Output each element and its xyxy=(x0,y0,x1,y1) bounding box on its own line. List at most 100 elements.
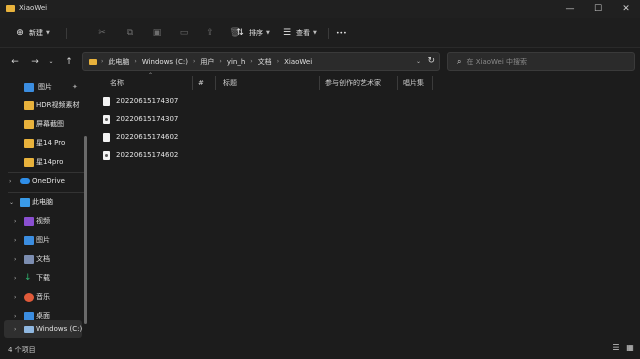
details-view-icon[interactable]: ☰ xyxy=(610,343,622,354)
column-divider[interactable] xyxy=(192,76,193,90)
videos-icon xyxy=(24,216,34,226)
sidebar-item-label: HDR视频素材 xyxy=(36,101,80,109)
sidebar-item-label: 此电脑 xyxy=(32,198,53,206)
explorer-window: XiaoWei — ☐ ✕ ⊕ 新建 ▼ ✂ ⧉ ▣ ▭ ⇪ 🗑 ⇅ 排序 ▼ … xyxy=(0,0,640,359)
chevron-right-icon[interactable]: › xyxy=(9,178,11,185)
column-title[interactable]: 标题 xyxy=(223,74,237,92)
chevron-down-icon[interactable]: ⌄ xyxy=(416,58,421,65)
clipboard-icon: ▣ xyxy=(152,28,162,38)
share-button[interactable]: ⇪ xyxy=(204,25,219,41)
back-button[interactable]: ← xyxy=(8,55,22,69)
view-list-icon: ☰ xyxy=(282,28,292,38)
refresh-icon[interactable]: ↻ xyxy=(427,56,435,66)
chevron-right-icon[interactable]: › xyxy=(14,218,16,225)
sidebar-item-pictures-pinned[interactable]: 图片 ✦ xyxy=(0,78,92,96)
sort-ascending-icon: ⌃ xyxy=(148,72,154,79)
column-track-number[interactable]: # xyxy=(198,74,204,92)
sidebar-item-hdr-videos[interactable]: HDR视频素材 xyxy=(0,96,92,114)
more-options-button[interactable]: ••• xyxy=(336,25,347,41)
chevron-right-icon: › xyxy=(134,58,137,65)
title-bar: XiaoWei — ☐ ✕ xyxy=(0,0,640,18)
chevron-right-icon: › xyxy=(276,58,280,65)
chevron-right-icon: › xyxy=(193,58,196,65)
chevron-right-icon[interactable]: › xyxy=(14,294,16,301)
new-button[interactable]: ⊕ 新建 ▼ xyxy=(14,25,50,41)
sidebar-item-this-pc[interactable]: ⌄ 此电脑 xyxy=(0,193,92,211)
file-row[interactable]: 20220615174602 xyxy=(103,146,273,164)
cloud-icon xyxy=(20,178,30,184)
minimize-button[interactable]: — xyxy=(559,2,581,16)
chevron-right-icon[interactable]: › xyxy=(14,313,16,320)
column-contributing-artists[interactable]: 参与创作的艺术家 xyxy=(325,74,381,92)
up-button[interactable]: ↑ xyxy=(62,55,76,69)
breadcrumb-documents[interactable]: 文档 xyxy=(258,57,272,67)
breadcrumb-user[interactable]: yin_h xyxy=(227,58,245,66)
column-divider[interactable] xyxy=(319,76,320,90)
column-divider[interactable] xyxy=(397,76,398,90)
sidebar-item-label: 星14pro xyxy=(36,158,64,166)
sidebar-item-label: 下载 xyxy=(36,274,50,282)
sidebar-item-label: 音乐 xyxy=(36,293,50,301)
sort-icon: ⇅ xyxy=(236,28,244,38)
copy-button[interactable]: ⧉ xyxy=(124,25,139,41)
recent-locations-button[interactable]: ⌄ xyxy=(44,55,58,69)
folder-icon xyxy=(24,119,34,129)
sidebar-item-screenshots[interactable]: 屏幕截图 xyxy=(0,115,92,133)
sidebar-item-windows-c[interactable]: › Windows (C:) xyxy=(4,320,82,338)
rename-button[interactable]: ▭ xyxy=(178,25,193,41)
sidebar-item-star14-pro[interactable]: 星14 Pro xyxy=(0,134,92,152)
sidebar-item-pictures[interactable]: › 图片 xyxy=(0,231,92,249)
pictures-icon xyxy=(24,82,34,92)
pictures-icon xyxy=(24,235,34,245)
column-divider[interactable] xyxy=(432,76,433,90)
close-button[interactable]: ✕ xyxy=(615,2,637,16)
column-album[interactable]: 唱片集 xyxy=(403,74,424,92)
sidebar-item-onedrive[interactable]: › OneDrive xyxy=(0,172,92,190)
column-name[interactable]: 名称 xyxy=(110,74,124,92)
chevron-right-icon[interactable]: › xyxy=(14,326,16,333)
chevron-down-icon[interactable]: ⌄ xyxy=(9,199,14,206)
tiles-view-icon[interactable]: ▦ xyxy=(624,343,636,354)
forward-button[interactable]: → xyxy=(28,55,42,69)
sidebar-item-downloads[interactable]: › ↓ 下载 xyxy=(0,269,92,287)
window-title: XiaoWei xyxy=(19,4,48,12)
search-icon: ⌕ xyxy=(457,56,462,66)
sidebar-item-label: OneDrive xyxy=(32,177,65,185)
chevron-right-icon[interactable]: › xyxy=(14,237,16,244)
sidebar-item-music[interactable]: › 音乐 xyxy=(0,288,92,306)
view-button[interactable]: ☰ 查看 ▼ xyxy=(281,25,317,41)
sort-button[interactable]: ⇅ 排序 ▼ xyxy=(234,25,270,41)
file-name: 20220615174602 xyxy=(116,151,179,159)
file-row[interactable]: 20220615174602 xyxy=(103,128,273,146)
maximize-button[interactable]: ☐ xyxy=(587,2,609,16)
file-row[interactable]: 20220615174307 xyxy=(103,110,273,128)
sidebar-item-label: 视频 xyxy=(36,217,50,225)
file-row[interactable]: 20220615174307 xyxy=(103,92,273,110)
toolbar-divider xyxy=(66,28,67,39)
sort-label: 排序 xyxy=(249,29,263,37)
breadcrumb-drive[interactable]: Windows (C:) xyxy=(142,58,188,66)
sidebar-item-videos[interactable]: › 视频 xyxy=(0,212,92,230)
sidebar-scrollbar[interactable] xyxy=(84,136,87,324)
drive-icon xyxy=(24,326,34,333)
sidebar-item-star14pro[interactable]: 星14pro xyxy=(0,153,92,171)
folder-app-icon xyxy=(6,5,15,12)
chevron-right-icon[interactable]: › xyxy=(14,256,16,263)
sidebar-item-documents[interactable]: › 文档 xyxy=(0,250,92,268)
toolbar-divider xyxy=(328,28,329,39)
address-bar[interactable]: › 此电脑 › Windows (C:) › 用户 › yin_h › 文档 ›… xyxy=(82,52,440,71)
more-icon: ••• xyxy=(336,29,347,37)
folder-icon xyxy=(24,100,34,110)
image-file-icon xyxy=(103,150,110,160)
file-name: 20220615174602 xyxy=(116,133,179,141)
chevron-right-icon[interactable]: › xyxy=(14,275,16,282)
breadcrumb-this-pc[interactable]: 此电脑 xyxy=(108,57,129,67)
column-divider[interactable] xyxy=(215,76,216,90)
breadcrumb-current[interactable]: XiaoWei xyxy=(284,58,312,66)
view-label: 查看 xyxy=(296,29,310,37)
paste-button[interactable]: ▣ xyxy=(151,25,166,41)
cut-button[interactable]: ✂ xyxy=(96,25,111,41)
search-input[interactable]: ⌕ 在 XiaoWei 中搜索 xyxy=(447,52,635,71)
breadcrumb-users[interactable]: 用户 xyxy=(200,57,214,67)
music-icon xyxy=(24,292,34,302)
